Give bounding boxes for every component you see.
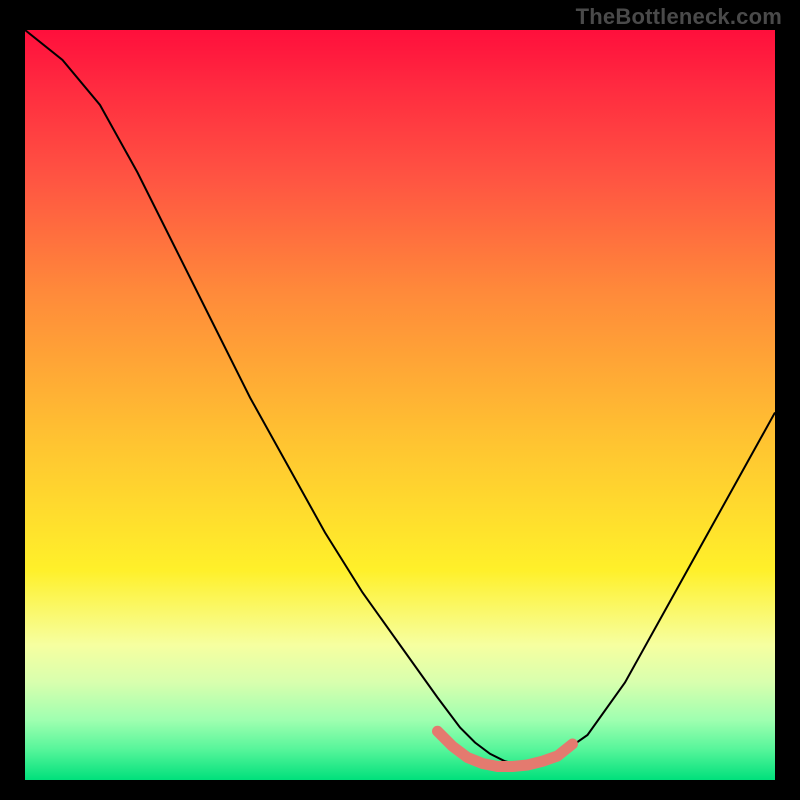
plot-area <box>25 30 775 780</box>
chart-container: TheBottleneck.com <box>0 0 800 800</box>
bottom-marker <box>438 731 573 766</box>
watermark-label: TheBottleneck.com <box>576 4 782 30</box>
bottleneck-curve <box>25 30 775 765</box>
curve-layer <box>25 30 775 780</box>
